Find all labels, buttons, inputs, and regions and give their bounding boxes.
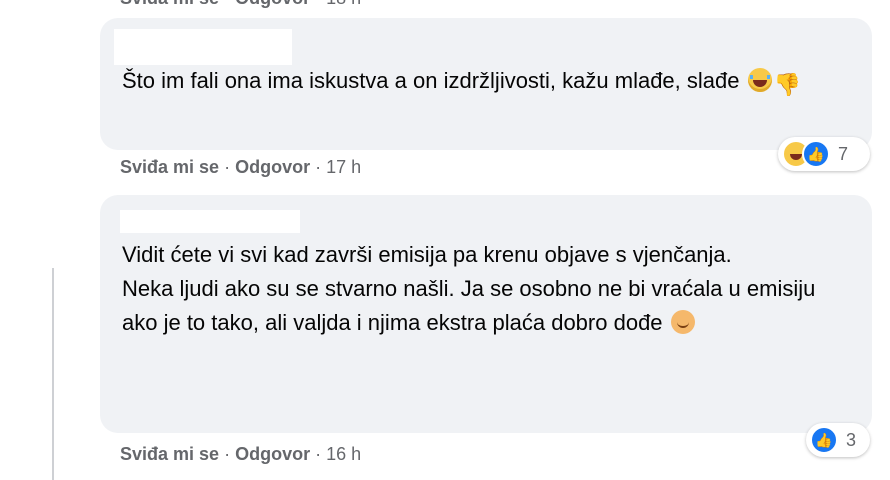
- reaction-summary[interactable]: 👍 7: [778, 137, 870, 171]
- timestamp[interactable]: 18 h: [326, 0, 361, 8]
- separator: ·: [315, 0, 321, 8]
- reply-link[interactable]: Odgovor: [235, 0, 310, 8]
- author-name-redacted: [120, 210, 300, 233]
- reaction-summary[interactable]: 👍 3: [806, 423, 870, 457]
- laugh-icon: [747, 68, 772, 92]
- comment-text: Vidit ćete vi svi kad završi emisija pa …: [122, 238, 848, 340]
- separator: ·: [224, 157, 231, 177]
- comment-text: Što im fali ona ima iskustva a on izdržl…: [122, 64, 848, 98]
- separator: ·: [315, 157, 322, 177]
- comment-actions: Sviđa mi se · Odgovor · 16 h: [120, 444, 361, 465]
- separator: ·: [315, 444, 322, 464]
- shrug-icon: [670, 310, 695, 334]
- reaction-count: 7: [838, 143, 849, 164]
- separator: ·: [224, 444, 231, 464]
- reaction-count: 3: [846, 429, 857, 450]
- thumbs-down-icon: 👎: [773, 72, 802, 97]
- like-link[interactable]: Sviđa mi se: [120, 0, 219, 8]
- like-link[interactable]: Sviđa mi se: [120, 157, 219, 177]
- separator: ·: [224, 0, 230, 8]
- comment-text-content: Što im fali ona ima iskustva a on izdržl…: [122, 68, 740, 93]
- reply-link[interactable]: Odgovor: [235, 157, 310, 177]
- comment-text-content: Vidit ćete vi svi kad završi emisija pa …: [122, 242, 816, 335]
- thread-line: [52, 268, 54, 480]
- timestamp[interactable]: 16 h: [326, 444, 361, 464]
- author-name-redacted: [114, 29, 292, 65]
- like-link[interactable]: Sviđa mi se: [120, 444, 219, 464]
- comment-actions: Sviđa mi se · Odgovor · 17 h: [120, 157, 361, 178]
- previous-comment-actions: Sviđa mi se · Odgovor · 18 h: [120, 0, 361, 9]
- comment-bubble: Što im fali ona ima iskustva a on izdržl…: [100, 18, 872, 150]
- like-icon: 👍: [802, 140, 830, 168]
- like-icon: 👍: [810, 426, 838, 454]
- reply-link[interactable]: Odgovor: [235, 444, 310, 464]
- timestamp[interactable]: 17 h: [326, 157, 361, 177]
- comment-bubble: Vidit ćete vi svi kad završi emisija pa …: [100, 195, 872, 433]
